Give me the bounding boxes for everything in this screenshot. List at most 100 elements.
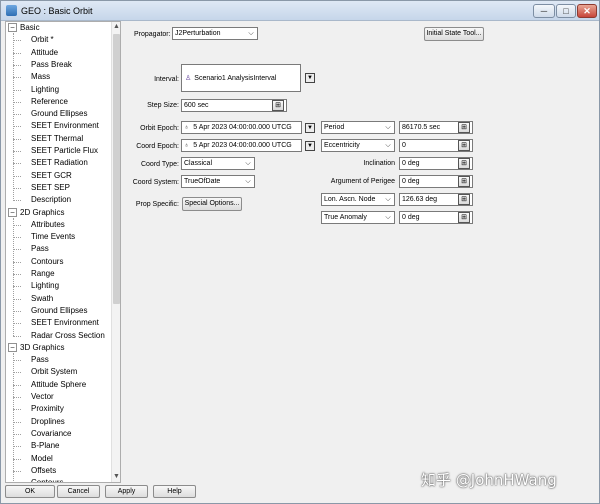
coord-epoch-field[interactable]: ♁ 5 Apr 2023 04:00:00.000 UTCG: [181, 139, 302, 152]
collapse-icon[interactable]: −: [8, 23, 17, 32]
tree-group[interactable]: −2D Graphics: [8, 207, 64, 219]
tree-connector: [13, 274, 21, 275]
tree-item[interactable]: Mass: [31, 71, 50, 83]
orbit-epoch-value: 5 Apr 2023 04:00:00.000 UTCG: [193, 124, 292, 131]
tree-item[interactable]: Lighting: [31, 84, 59, 96]
propagator-select[interactable]: J2Perturbation ⌵: [172, 27, 258, 40]
cancel-button[interactable]: Cancel: [57, 485, 100, 498]
tree-item[interactable]: Description: [31, 194, 71, 206]
element-value-field[interactable]: 0 deg ⊞: [399, 175, 473, 188]
tree-item[interactable]: Attitude: [31, 47, 58, 59]
prop-specific-label: Prop Specific:: [135, 201, 179, 208]
tree-item[interactable]: Proximity: [31, 403, 64, 415]
chevron-down-icon: ⌵: [385, 196, 391, 203]
tree-item[interactable]: Lighting: [31, 280, 59, 292]
element-type-select[interactable]: True Anomaly ⌵: [321, 211, 395, 224]
initial-state-tool-button[interactable]: Initial State Tool...: [424, 27, 484, 41]
tree-item[interactable]: Pass Break: [31, 59, 72, 71]
tree-item[interactable]: SEET Radiation: [31, 157, 88, 169]
tree-scrollbar[interactable]: ▲ ▼: [111, 22, 120, 482]
tree-item[interactable]: Radar Cross Section: [31, 330, 105, 342]
calculator-icon[interactable]: ⊞: [458, 176, 470, 187]
interval-list[interactable]: ♙ Scenario1 AnalysisInterval: [181, 64, 301, 92]
tree-item[interactable]: Orbit *: [31, 34, 54, 46]
tree-connector: [13, 151, 21, 152]
scroll-up-arrow[interactable]: ▲: [112, 22, 120, 32]
tree-item[interactable]: SEET Thermal: [31, 133, 83, 145]
tree-connector: [13, 421, 21, 423]
interval-dropdown-button[interactable]: ▼: [305, 73, 315, 83]
help-button[interactable]: Help: [153, 485, 196, 498]
tree-group[interactable]: −3D Graphics: [8, 342, 64, 354]
element-type-select[interactable]: Eccentricity ⌵: [321, 139, 395, 152]
collapse-icon[interactable]: −: [8, 342, 17, 352]
tree-item[interactable]: Offsets: [31, 465, 56, 477]
tree-item[interactable]: SEET Particle Flux: [31, 145, 98, 157]
tree-item[interactable]: Contours: [31, 256, 63, 268]
element-type-select[interactable]: Lon. Ascn. Node ⌵: [321, 193, 395, 206]
element-value-field[interactable]: 0 ⊞: [399, 139, 473, 152]
apply-button[interactable]: Apply: [105, 485, 148, 498]
tree-item[interactable]: Ground Ellipses: [31, 305, 87, 317]
tree-connector: [13, 360, 21, 362]
tree-item[interactable]: Vector: [31, 391, 54, 403]
calculator-icon[interactable]: ⊞: [458, 122, 470, 133]
tree-item[interactable]: Pass: [31, 243, 49, 255]
tree-connector: [13, 77, 21, 79]
tree-item[interactable]: SEET Environment: [31, 317, 99, 329]
collapse-icon[interactable]: −: [8, 207, 17, 217]
tree-connector: [13, 261, 21, 263]
element-value-field[interactable]: 0 deg ⊞: [399, 211, 473, 224]
tree-item[interactable]: Attributes: [31, 219, 65, 231]
calculator-icon[interactable]: ⊞: [458, 140, 470, 151]
element-value-field[interactable]: 126.63 deg ⊞: [399, 193, 473, 206]
scroll-down-arrow[interactable]: ▼: [112, 472, 120, 482]
tree-item[interactable]: SEET GCR: [31, 170, 72, 182]
tree-item[interactable]: Orbit System: [31, 366, 77, 378]
tree-item[interactable]: Time Events: [31, 231, 75, 243]
tree-item[interactable]: SEET SEP: [31, 182, 70, 194]
tree-item[interactable]: Droplines: [31, 416, 65, 428]
coord-system-value: TrueOfDate: [184, 178, 221, 185]
tree-item[interactable]: Model: [31, 453, 53, 465]
tree-connector: [13, 33, 14, 201]
tree-item[interactable]: Covariance: [31, 428, 71, 440]
tree-item[interactable]: Reference: [31, 96, 68, 108]
orbit-epoch-dropdown-button[interactable]: ▼: [305, 123, 315, 133]
element-value: 0 deg: [402, 178, 420, 185]
element-type-value: Period: [324, 124, 345, 131]
propagator-value: J2Perturbation: [175, 30, 221, 37]
step-size-field[interactable]: 600 sec ⊞: [181, 99, 287, 112]
tree-connector: [13, 310, 21, 312]
element-value-field[interactable]: 86170.5 sec ⊞: [399, 121, 473, 134]
tree-item[interactable]: Contours: [31, 477, 63, 482]
calculator-icon[interactable]: ⊞: [458, 158, 470, 169]
tree-item[interactable]: Attitude Sphere: [31, 379, 86, 391]
coord-type-value: Classical: [184, 160, 213, 167]
coord-type-select[interactable]: Classical ⌵: [181, 157, 255, 170]
coord-epoch-dropdown-button[interactable]: ▼: [305, 141, 315, 151]
tree-item[interactable]: Swath: [31, 293, 53, 305]
special-options-button[interactable]: Special Options...: [182, 197, 242, 211]
minimize-button[interactable]: ─: [533, 4, 555, 18]
tree-item[interactable]: Range: [31, 268, 55, 280]
coord-system-select[interactable]: TrueOfDate ⌵: [181, 175, 255, 188]
tree-connector: [13, 126, 21, 128]
tree-item[interactable]: SEET Environment: [31, 120, 99, 132]
scroll-thumb[interactable]: [113, 34, 120, 304]
maximize-button[interactable]: □: [556, 4, 576, 18]
close-button[interactable]: ✕: [577, 4, 597, 18]
epoch-icon: ♁: [184, 142, 190, 149]
orbit-epoch-field[interactable]: ♁ 5 Apr 2023 04:00:00.000 UTCG: [181, 121, 302, 134]
element-value: 0: [402, 142, 406, 149]
tree-connector: [13, 163, 21, 165]
calculator-icon[interactable]: ⊞: [458, 212, 470, 223]
calculator-icon[interactable]: ⊞: [458, 194, 470, 205]
tree-item[interactable]: B-Plane: [31, 440, 59, 452]
tree-item[interactable]: Pass: [31, 354, 49, 366]
tree-item[interactable]: Ground Ellipses: [31, 108, 87, 120]
element-value-field[interactable]: 0 deg ⊞: [399, 157, 473, 170]
element-type-select[interactable]: Period ⌵: [321, 121, 395, 134]
calculator-icon[interactable]: ⊞: [272, 100, 284, 111]
ok-button[interactable]: OK: [5, 485, 55, 498]
